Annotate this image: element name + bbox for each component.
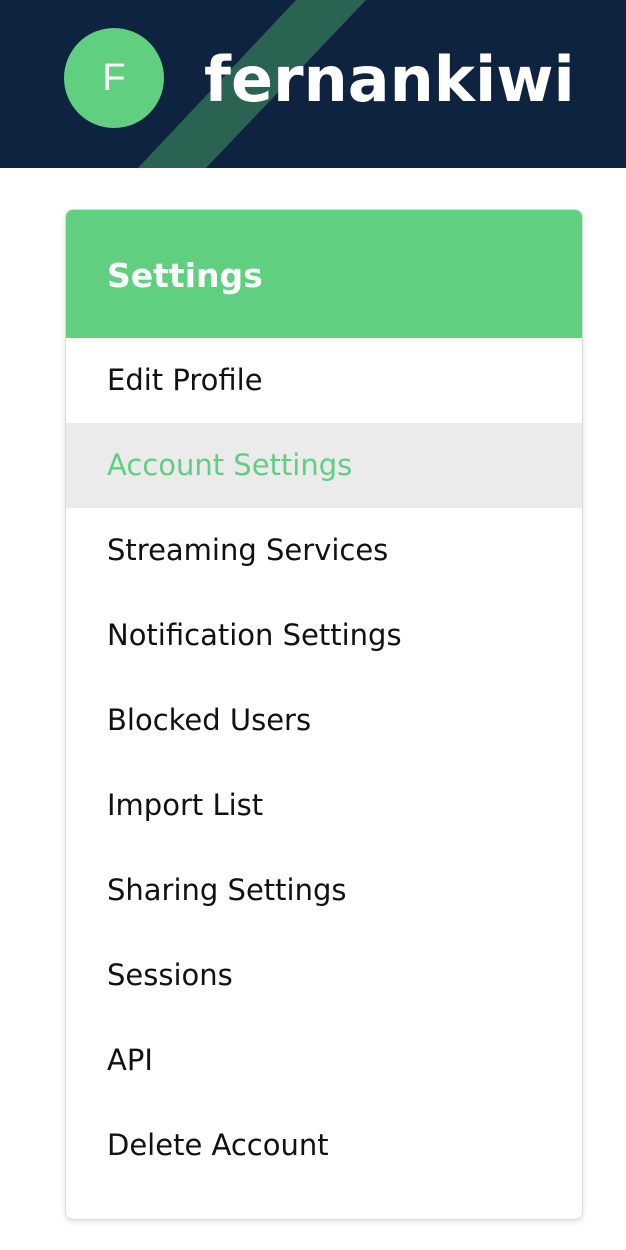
menu-item-delete-account[interactable]: Delete Account xyxy=(66,1103,582,1188)
menu-item-label: Sessions xyxy=(107,958,233,992)
settings-menu-title: Settings xyxy=(107,256,263,295)
settings-menu-list: Edit Profile Account Settings Streaming … xyxy=(66,338,582,1188)
avatar[interactable]: F xyxy=(64,28,164,128)
menu-item-notification-settings[interactable]: Notification Settings xyxy=(66,593,582,678)
menu-item-edit-profile[interactable]: Edit Profile xyxy=(66,338,582,423)
menu-item-label: Delete Account xyxy=(107,1128,329,1162)
menu-item-label: Notification Settings xyxy=(107,618,402,652)
settings-menu-header: Settings xyxy=(66,210,582,338)
menu-item-label: Blocked Users xyxy=(107,703,312,737)
menu-item-blocked-users[interactable]: Blocked Users xyxy=(66,678,582,763)
profile-header: F fernankiwi xyxy=(0,0,626,168)
menu-item-streaming-services[interactable]: Streaming Services xyxy=(66,508,582,593)
menu-item-api[interactable]: API xyxy=(66,1018,582,1103)
username: fernankiwi xyxy=(204,43,575,116)
menu-item-sessions[interactable]: Sessions xyxy=(66,933,582,1018)
menu-item-import-list[interactable]: Import List xyxy=(66,763,582,848)
settings-menu-panel: Settings Edit Profile Account Settings S… xyxy=(65,209,583,1220)
menu-item-label: Sharing Settings xyxy=(107,873,347,907)
menu-item-label: API xyxy=(107,1043,153,1077)
menu-item-label: Account Settings xyxy=(107,448,353,482)
menu-item-label: Import List xyxy=(107,788,264,822)
menu-item-label: Edit Profile xyxy=(107,363,263,397)
menu-item-account-settings[interactable]: Account Settings xyxy=(66,423,582,508)
menu-item-label: Streaming Services xyxy=(107,533,389,567)
menu-item-sharing-settings[interactable]: Sharing Settings xyxy=(66,848,582,933)
